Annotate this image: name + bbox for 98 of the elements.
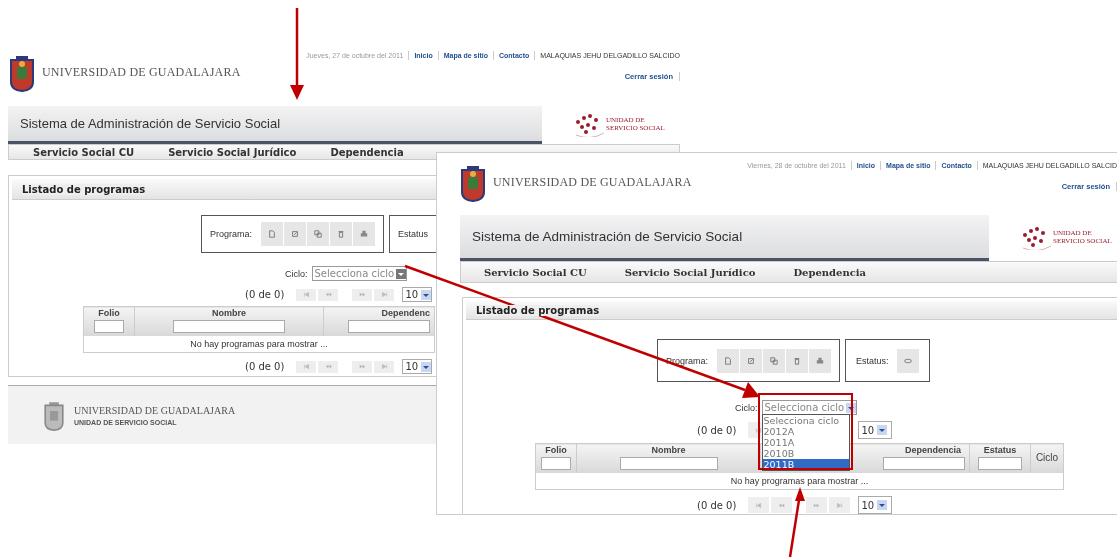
column-header: Dependencia <box>904 445 962 456</box>
status-button[interactable] <box>896 348 919 373</box>
edit-icon <box>291 230 299 238</box>
column-header: Folio <box>545 445 567 456</box>
dropdown-option[interactable]: 2010B <box>762 448 849 459</box>
toolbar-label: Programa: <box>666 355 709 366</box>
last-page-icon <box>836 502 844 508</box>
filter-input[interactable] <box>94 320 124 333</box>
printer-icon <box>816 356 825 365</box>
panel-title: Listado de programas <box>476 304 600 316</box>
first-page-icon <box>755 427 763 433</box>
record-count: (0 de 0) <box>245 289 285 300</box>
copy-icon <box>314 230 322 238</box>
page-size-select[interactable]: 10 <box>858 421 893 439</box>
next-page-icon <box>358 364 366 369</box>
printer-icon <box>360 230 368 238</box>
column-header: Folio <box>98 308 120 319</box>
page-size-select[interactable]: 10 <box>858 496 893 514</box>
dropdown-option[interactable]: 2011B <box>762 459 849 470</box>
edit-button[interactable] <box>284 222 306 246</box>
column-header: Ciclo <box>1035 452 1059 463</box>
page-size-select[interactable]: 10 <box>402 359 433 374</box>
menu-item[interactable]: Dependencia <box>793 266 867 278</box>
crest-icon <box>42 399 66 431</box>
last-page-button[interactable] <box>829 497 851 513</box>
next-page-button[interactable] <box>352 288 373 301</box>
menu-item[interactable]: Servicio Social CU <box>484 266 587 278</box>
system-title: Sistema de Administración de Servicio Social <box>20 116 281 131</box>
pill-icon <box>903 356 912 365</box>
arrow <box>788 487 805 558</box>
trash-icon <box>793 356 802 365</box>
copy-button[interactable] <box>763 348 786 373</box>
dropdown-option[interactable]: 2011A <box>762 437 849 448</box>
new-button[interactable] <box>261 222 283 246</box>
filter-input[interactable] <box>173 320 285 333</box>
filter-input[interactable] <box>541 457 571 470</box>
filter-input[interactable] <box>348 320 430 333</box>
next-page-button[interactable] <box>352 360 373 373</box>
footer-university-name: UNIVERSIDAD DE GUADALAJARA <box>74 404 236 416</box>
figures-logo-icon <box>574 113 604 137</box>
column-header: Dependenc <box>381 308 430 319</box>
edit-icon <box>747 356 756 365</box>
menu-item[interactable]: Servicio Social CU <box>33 146 135 158</box>
dropdown-option[interactable]: Selecciona ciclo <box>762 415 849 426</box>
empty-message: No hay programas para mostrar ... <box>190 339 328 349</box>
cycle-label: Ciclo: <box>735 402 758 413</box>
toolbar-label: Estatus <box>398 229 428 239</box>
empty-message: No hay programas para mostrar ... <box>730 476 869 486</box>
previous-page-icon <box>778 502 786 508</box>
toolbar-label: Estatus: <box>856 355 889 366</box>
record-count: (0 de 0) <box>245 361 285 372</box>
delete-button[interactable] <box>330 222 352 246</box>
panel-title: Listado de programas <box>22 183 146 195</box>
copy-button[interactable] <box>307 222 329 246</box>
next-page-icon <box>358 292 366 297</box>
cycle-label: Ciclo: <box>285 268 308 279</box>
delete-button[interactable] <box>786 348 809 373</box>
previous-page-button[interactable] <box>318 360 339 373</box>
menu-item[interactable]: Dependencia <box>330 146 404 158</box>
filter-input[interactable] <box>883 457 965 470</box>
menu-item[interactable]: Servicio Social Jurídico <box>624 266 756 278</box>
new-button[interactable] <box>717 348 740 373</box>
first-page-icon <box>302 292 310 297</box>
previous-page-icon <box>324 292 332 297</box>
next-page-button[interactable] <box>806 497 828 513</box>
system-title: Sistema de Administración de Servicio Social <box>472 229 743 244</box>
record-count: (0 de 0) <box>697 499 737 511</box>
column-header: Nombre <box>651 445 686 456</box>
column-header: Estatus <box>983 445 1017 456</box>
toolbar-label: Programa: <box>209 229 252 239</box>
edit-button[interactable] <box>740 348 763 373</box>
last-page-icon <box>380 364 388 369</box>
university-name: UNIVERSIDAD DE GUADALAJARA <box>493 174 692 190</box>
menu-item[interactable]: Servicio Social Jurídico <box>168 146 297 158</box>
print-button[interactable] <box>809 348 832 373</box>
figures-logo-icon <box>1021 226 1051 250</box>
cycle-select[interactable]: Selecciona ciclo <box>311 266 408 281</box>
column-header: Nombre <box>212 308 246 319</box>
record-count: (0 de 0) <box>697 424 737 436</box>
university-name: UNIVERSIDAD DE GUADALAJARA <box>42 64 241 80</box>
dropdown-option[interactable]: 2012A <box>762 426 849 437</box>
last-page-icon <box>380 292 388 297</box>
print-button[interactable] <box>353 222 375 246</box>
filter-input[interactable] <box>978 457 1022 470</box>
last-page-button[interactable] <box>374 360 395 373</box>
previous-page-button[interactable] <box>771 497 793 513</box>
document-icon <box>268 230 276 238</box>
previous-page-button[interactable] <box>318 288 339 301</box>
first-page-icon <box>302 364 310 369</box>
next-page-icon <box>813 502 821 508</box>
filter-input[interactable] <box>619 457 718 470</box>
first-page-icon <box>755 502 763 508</box>
previous-page-icon <box>324 364 332 369</box>
document-icon <box>724 356 733 365</box>
trash-icon <box>337 230 345 238</box>
copy-icon <box>770 356 779 365</box>
last-page-button[interactable] <box>374 288 395 301</box>
page-size-select[interactable]: 10 <box>402 287 433 302</box>
